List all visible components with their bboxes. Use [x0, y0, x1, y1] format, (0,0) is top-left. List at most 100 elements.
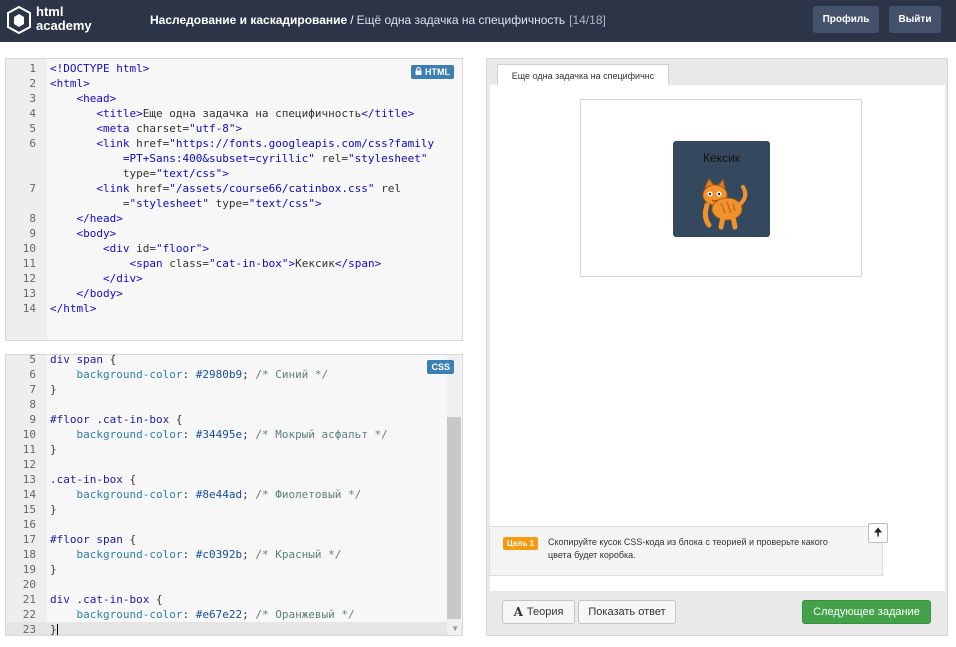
code-text[interactable]: #floor .cat-in-box { [50, 412, 182, 427]
css-editor[interactable]: 5 div span {6 background-color: #2980b9; … [5, 354, 463, 636]
cat-icon [693, 175, 749, 231]
code-line[interactable]: =PT+Sans:400&subset=cyrillic" rel="style… [6, 151, 462, 166]
code-text[interactable]: .cat-in-box { [50, 472, 136, 487]
code-text[interactable]: background-color: #c0392b; /* Красный */ [50, 547, 342, 562]
code-line[interactable]: 7} [6, 382, 462, 397]
code-text[interactable]: <div id="floor"> [50, 241, 209, 256]
code-text[interactable]: background-color: #2980b9; /* Синий */ [50, 367, 329, 382]
code-line[interactable]: 12 </div> [6, 271, 462, 286]
show-answer-button[interactable]: Показать ответ [578, 600, 676, 624]
code-line[interactable]: 11} [6, 442, 462, 457]
code-line[interactable]: 20 [6, 577, 462, 592]
code-text[interactable]: background-color: #8e44ad; /* Фиолетовый… [50, 487, 362, 502]
css-scrollbar-thumb[interactable] [447, 417, 461, 619]
profile-button[interactable]: Профиль [813, 6, 879, 33]
code-text[interactable]: #floor span { [50, 532, 136, 547]
code-text[interactable]: } [50, 442, 57, 457]
logo-line-1: html [36, 4, 64, 19]
code-text[interactable]: <body> [50, 226, 117, 241]
line-number: 8 [29, 212, 36, 225]
code-text[interactable]: <title>Еще одна задачка на специфичность… [50, 106, 414, 121]
code-line[interactable]: 10 <div id="floor"> [6, 241, 462, 256]
code-text[interactable]: div span { [50, 355, 116, 367]
code-line[interactable]: 7 <link href="/assets/course66/catinbox.… [6, 181, 462, 196]
code-line[interactable]: 19} [6, 562, 462, 577]
line-number: 10 [22, 428, 36, 441]
code-text[interactable]: } [50, 622, 58, 635]
line-number: 13 [22, 287, 36, 300]
code-line[interactable]: 4 <title>Еще одна задачка на специфичнос… [6, 106, 462, 121]
code-text[interactable]: <span class="cat-in-box">Кексик</span> [50, 256, 381, 271]
code-line[interactable]: 12 [6, 457, 462, 472]
code-line[interactable]: 5 <meta charset="utf-8"> [6, 121, 462, 136]
code-text[interactable]: <link href="/assets/course66/catinbox.cs… [50, 181, 401, 196]
scroll-down-icon[interactable]: ▼ [451, 624, 459, 633]
logo-line-2: academy [36, 18, 92, 33]
logout-button[interactable]: Выйти [889, 6, 941, 33]
code-line[interactable]: 1 <!DOCTYPE html> [6, 61, 462, 76]
code-text[interactable]: <html> [50, 76, 90, 91]
code-line[interactable]: type="text/css"> [6, 166, 462, 181]
code-line[interactable]: ="stylesheet" type="text/css"> [6, 196, 462, 211]
code-line[interactable]: 17 #floor span { [6, 532, 462, 547]
code-line[interactable]: 13 </body> [6, 286, 462, 301]
html-editor[interactable]: 1 <!DOCTYPE html> 2 <html> 3 <head> 4 <title>… [5, 58, 463, 341]
code-line[interactable]: 5 div span { [6, 355, 462, 367]
line-number: 12 [22, 458, 36, 471]
code-text[interactable]: </div> [50, 271, 143, 286]
code-text[interactable]: <link href="https://fonts.googleapis.com… [50, 136, 434, 151]
line-number: 14 [22, 302, 36, 315]
logo-text[interactable]: html academy [36, 5, 92, 33]
code-text[interactable]: </head> [50, 211, 123, 226]
code-line[interactable]: 6 background-color: #2980b9; /* Синий */ [6, 367, 462, 382]
code-line[interactable]: 23} [6, 622, 462, 636]
code-line[interactable]: 8 [6, 397, 462, 412]
code-text[interactable]: } [50, 382, 57, 397]
breadcrumb-separator: / [350, 13, 354, 27]
html-badge: HTML [411, 65, 454, 79]
code-line[interactable]: 21 div .cat-in-box { [6, 592, 462, 607]
code-line[interactable]: 14 background-color: #8e44ad; /* Фиолето… [6, 487, 462, 502]
code-text[interactable]: background-color: #34495e; /* Мокрый асф… [50, 427, 388, 442]
code-text[interactable]: background-color: #e67e22; /* Оранжевый … [50, 607, 355, 622]
code-line[interactable]: 16 [6, 517, 462, 532]
code-line[interactable]: 9 #floor .cat-in-box { [6, 412, 462, 427]
code-text[interactable]: <meta charset="utf-8"> [50, 121, 242, 136]
html-academy-logo-icon[interactable] [7, 5, 31, 35]
arrow-up-icon[interactable]: 🠉 [868, 523, 888, 543]
line-number: 23 [22, 623, 36, 636]
code-line[interactable]: 3 <head> [6, 91, 462, 106]
code-line[interactable]: 11 <span class="cat-in-box">Кексик</span… [6, 256, 462, 271]
next-task-button[interactable]: Следующее задание [802, 600, 931, 624]
code-text[interactable]: ="stylesheet" type="text/css"> [50, 196, 322, 211]
code-line[interactable]: 9 <body> [6, 226, 462, 241]
code-line[interactable]: 10 background-color: #34495e; /* Мокрый … [6, 427, 462, 442]
theory-button[interactable]: A Теория [502, 600, 575, 624]
theory-label: Теория [526, 606, 564, 618]
code-text[interactable]: <!DOCTYPE html> [50, 61, 149, 76]
code-text[interactable]: } [50, 502, 57, 517]
code-line[interactable]: 2 <html> [6, 76, 462, 91]
code-text[interactable]: div .cat-in-box { [50, 592, 163, 607]
code-line[interactable]: 6 <link href="https://fonts.googleapis.c… [6, 136, 462, 151]
code-text[interactable]: </body> [50, 286, 123, 301]
line-number: 15 [22, 503, 36, 516]
line-number: 3 [29, 92, 36, 105]
code-text[interactable]: =PT+Sans:400&subset=cyrillic" rel="style… [50, 151, 428, 166]
code-line[interactable]: 22 background-color: #e67e22; /* Оранжев… [6, 607, 462, 622]
code-text[interactable]: type="text/css"> [50, 166, 229, 181]
task-counter: [14/18] [569, 13, 606, 27]
preview-tab[interactable]: Еще одна задачка на специфичнс [497, 64, 669, 86]
course-link[interactable]: Наследование и каскадирование [150, 13, 347, 27]
code-line[interactable]: 14 </html> [6, 301, 462, 316]
line-number: 17 [22, 533, 36, 546]
code-line[interactable]: 15} [6, 502, 462, 517]
line-number: 1 [29, 62, 36, 75]
task-box: Цель 1 Скопируйте кусок CSS-кода из блок… [489, 526, 883, 576]
code-line[interactable]: 13 .cat-in-box { [6, 472, 462, 487]
code-line[interactable]: 8 </head> [6, 211, 462, 226]
code-line[interactable]: 18 background-color: #c0392b; /* Красный… [6, 547, 462, 562]
code-text[interactable]: <head> [50, 91, 117, 106]
code-text[interactable]: } [50, 562, 57, 577]
code-text[interactable]: </html> [50, 301, 96, 316]
